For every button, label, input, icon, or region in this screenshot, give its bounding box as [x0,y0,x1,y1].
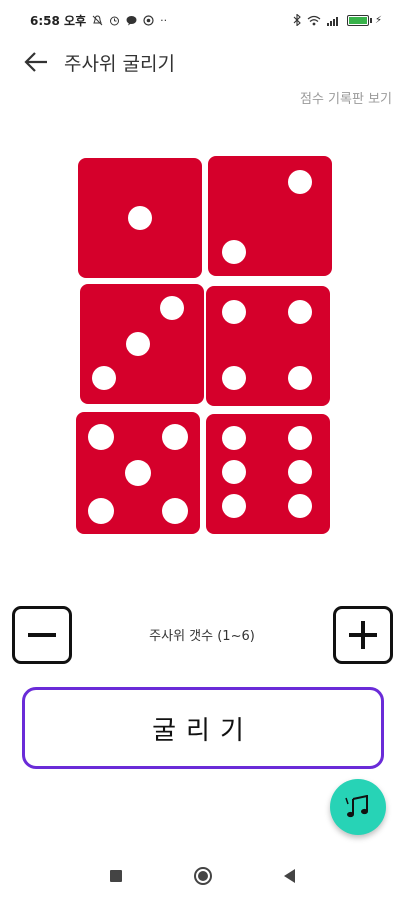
die-2 [208,156,332,276]
status-time: 6:58 오후 [30,13,87,28]
dice-count-label: 주사위 갯수 (1~6) [149,629,255,644]
die-4 [206,286,330,406]
pip [222,426,246,450]
home-dot [197,871,208,881]
status-left: 6:58 오후 ·· [30,12,167,29]
pip [222,460,246,484]
minus-icon [28,633,56,637]
pip [288,300,312,324]
die-3 [80,284,204,404]
alarm-icon [110,16,120,25]
pip [288,426,312,450]
music-notes-icon [345,795,368,818]
battery-level [348,16,367,24]
music-button[interactable] [330,779,386,835]
score-board-link[interactable]: 점수 기록판 보기 [300,88,392,107]
pip [222,300,246,324]
pip [222,366,246,390]
die-5 [76,412,200,534]
increase-dice-button[interactable] [333,606,393,664]
pip [162,498,188,524]
decrease-dice-button[interactable] [12,606,72,664]
arrow-left-icon [24,52,47,72]
page-title: 주사위 굴리기 [64,52,175,75]
mute-icon [92,14,103,25]
app-bar: 주사위 굴리기 [0,40,404,84]
bluetooth-icon [293,14,301,26]
recents-icon[interactable] [109,870,122,882]
pip [92,366,116,390]
system-nav-bar [0,852,404,900]
pip [88,498,114,524]
wifi-icon [307,15,321,25]
back-icon[interactable] [283,869,295,883]
data-saver-icon [143,14,154,26]
plus-icon [349,621,377,649]
dice-area [76,152,332,537]
pip [88,424,114,450]
roll-button[interactable]: 굴리기 [22,687,384,769]
pip [288,170,312,194]
status-bar: 6:58 오후 ·· ⚡ [0,0,404,40]
pip [288,366,312,390]
pip [162,424,188,450]
more-icon: ·· [160,13,168,27]
pip [160,296,184,320]
pip [222,494,246,518]
back-button[interactable] [22,48,50,76]
pip [288,494,312,518]
pip [125,460,151,486]
die-1 [78,158,202,278]
chat-icon [126,15,137,25]
pip [288,460,312,484]
signal-icon [326,16,338,26]
charging-icon: ⚡ [374,14,382,26]
pip [128,206,152,230]
die-6 [206,414,330,534]
status-right: ⚡ [293,14,382,26]
pip [126,332,150,356]
pip [222,240,246,264]
roll-button-label: 굴리기 [152,715,254,746]
home-icon[interactable] [193,867,212,885]
battery-icon [346,14,372,26]
